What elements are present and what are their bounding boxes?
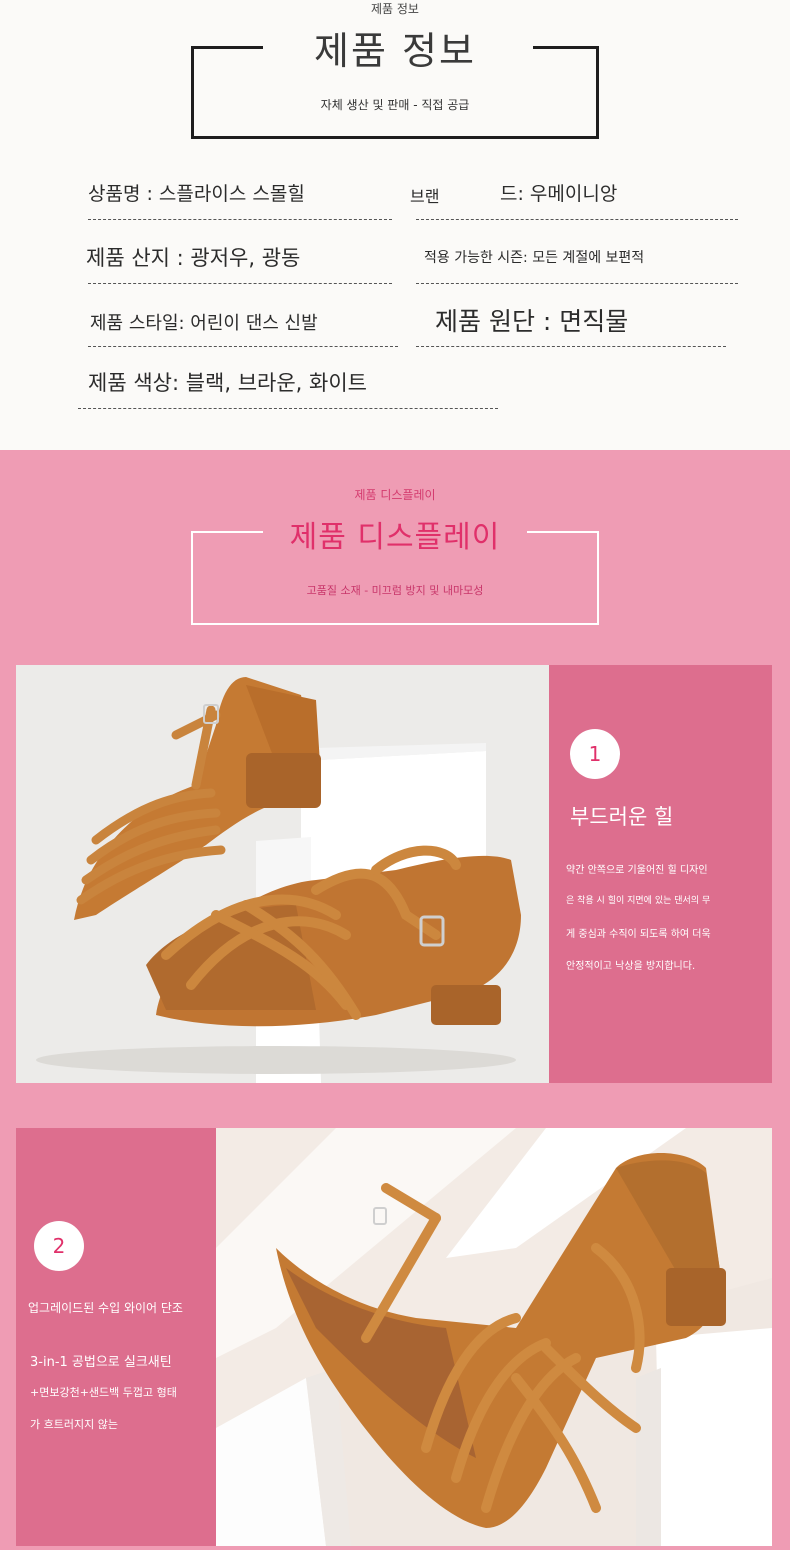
divider	[88, 219, 392, 220]
feature-2-line: 가 흐트러지지 않는	[30, 1418, 118, 1431]
feature-1-line: 약간 안쪽으로 기울어진 힐 디자인	[566, 865, 708, 876]
product-info-section: 제품 정보 제품 정보 자체 생산 및 판매 - 직접 공급 상품명 : 스플라…	[0, 0, 790, 450]
spec-season: 적용 가능한 시즌: 모든 계절에 보편적	[424, 250, 645, 266]
feature-2-line: +면보강천+샌드백 두껍고 형태	[30, 1386, 177, 1399]
spec-brand-label: 브랜	[410, 187, 440, 206]
shoe-photo-2	[216, 1128, 772, 1546]
divider	[78, 408, 498, 409]
divider	[416, 346, 726, 347]
feature-panel-1: 1 부드러운 힐 약간 안쪽으로 기울어진 힐 디자인 은 착용 시 힐이 지면…	[16, 665, 772, 1083]
divider	[416, 219, 738, 220]
divider	[88, 346, 398, 347]
spec-brand-value: 드: 우메이니앙	[500, 183, 618, 205]
display-small-title: 제품 디스플레이	[354, 488, 436, 502]
spec-product-name: 상품명 : 스플라이스 스몰힐	[88, 183, 305, 205]
display-title: 제품 디스플레이	[289, 520, 501, 555]
spec-style: 제품 스타일: 어린이 댄스 신발	[90, 313, 318, 334]
divider	[88, 283, 392, 284]
feature-1-line: 게 중심과 수직이 되도록 하여 더욱	[566, 929, 711, 940]
feature-2-number: 2	[34, 1221, 84, 1271]
shoe-photo-1	[16, 665, 549, 1083]
feature-2-info: 2 업그레이드된 수입 와이어 단조 3-in-1 공법으로 실크새틴 +면보강…	[16, 1128, 216, 1546]
display-subtitle: 고품질 소재 - 미끄럼 방지 및 내마모성	[306, 584, 484, 597]
feature-1-title: 부드러운 힐	[570, 805, 674, 829]
feature-2-line: 3-in-1 공법으로 실크새틴	[30, 1355, 172, 1370]
divider	[416, 283, 738, 284]
spec-color: 제품 색상: 블랙, 브라운, 화이트	[88, 371, 367, 395]
feature-1-number: 1	[570, 729, 620, 779]
info-small-title: 제품 정보	[371, 2, 419, 16]
feature-panel-2: 2 업그레이드된 수입 와이어 단조 3-in-1 공법으로 실크새틴 +면보강…	[16, 1128, 772, 1546]
feature-1-line: 안정적이고 낙상을 방지합니다.	[566, 961, 696, 972]
feature-1-line: 은 착용 시 힐이 지면에 있는 댄서의 무	[566, 896, 711, 906]
spec-origin: 제품 산지 : 광저우, 광동	[86, 246, 301, 270]
info-subtitle: 자체 생산 및 판매 - 직접 공급	[320, 98, 470, 112]
feature-2-title: 업그레이드된 수입 와이어 단조	[28, 1301, 183, 1315]
info-title: 제품 정보	[314, 29, 476, 73]
spec-fabric: 제품 원단 : 면직물	[435, 307, 629, 336]
feature-1-info: 1 부드러운 힐 약간 안쪽으로 기울어진 힐 디자인 은 착용 시 힐이 지면…	[549, 665, 772, 1083]
